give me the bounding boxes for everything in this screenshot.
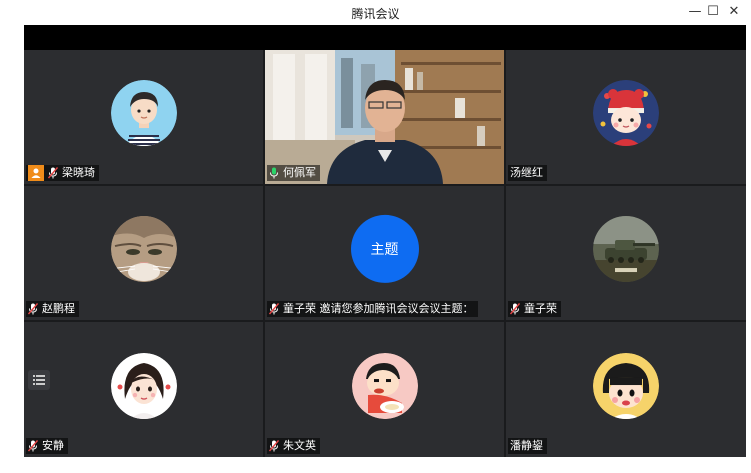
girl-sketch-icon [110, 352, 177, 419]
title-bar: 腾讯会议 — ☐ ✕ [0, 0, 751, 25]
participant-tile-speaking[interactable]: 何佩军 [265, 50, 504, 184]
participant-name-label: 潘静鋆 [508, 438, 547, 454]
participant-name: 童子荣 [524, 302, 557, 315]
window-title: 腾讯会议 [351, 7, 400, 21]
participant-name-label: 朱文英 [267, 438, 320, 454]
mic-muted-icon [28, 440, 38, 452]
participant-tile[interactable]: 汤继红 [506, 50, 746, 184]
participant-name: 童子荣 邀请您参加腾讯会议会议主题： [283, 302, 474, 315]
boy-cartoon-icon [110, 80, 177, 147]
participant-name: 朱文英 [283, 439, 316, 452]
participant-name: 何佩军 [283, 166, 316, 179]
participant-tile[interactable]: 安静 [24, 322, 263, 457]
participant-name: 汤继红 [510, 166, 543, 179]
mic-muted-icon [510, 303, 520, 315]
participant-tile[interactable]: 童子荣 [506, 186, 746, 320]
participant-name-label: 何佩军 [267, 165, 320, 181]
participant-name: 赵鹏程 [42, 302, 75, 315]
participant-tile[interactable]: 朱文英 [265, 322, 504, 457]
participant-tile[interactable]: 赵鹏程 [24, 186, 263, 320]
participant-tile[interactable]: 潘静鋆 [506, 322, 746, 457]
participant-name-label: 安静 [26, 438, 68, 454]
participant-name-label: 梁晓琦 [26, 165, 99, 181]
participant-name: 安静 [42, 439, 64, 452]
participant-name-label: 赵鹏程 [26, 301, 79, 317]
participant-name: 梁晓琦 [62, 166, 95, 179]
theme-avatar: 主题 [350, 214, 419, 283]
mic-muted-icon [269, 303, 279, 315]
mic-muted-icon [48, 167, 58, 179]
camera-video [265, 50, 504, 184]
top-toolbar [24, 25, 746, 50]
participant-tile[interactable]: 主题 童子荣 邀请您参加腾讯会议会议主题： [265, 186, 504, 320]
crayon-boy-icon [351, 352, 418, 419]
minimize-button[interactable]: — [685, 3, 705, 21]
mic-muted-icon [28, 303, 38, 315]
list-menu-icon[interactable] [28, 370, 50, 390]
maruko-icon [593, 352, 659, 419]
mic-muted-icon [269, 440, 279, 452]
cat-icon [110, 216, 177, 283]
participant-name-label: 汤继红 [508, 165, 547, 181]
participant-name-label: 童子荣 邀请您参加腾讯会议会议主题： [267, 301, 478, 317]
video-grid: 梁晓琦 何佩军 汤继红 赵鹏程 主题 童子荣 邀请您参加腾讯会议会议主题： 童子… [24, 50, 746, 457]
maximize-button[interactable]: ☐ [703, 3, 723, 21]
participant-name: 潘静鋆 [510, 439, 543, 452]
tank-icon [593, 216, 659, 283]
girl-red-hat-icon [593, 80, 659, 147]
mic-active-icon [269, 167, 279, 179]
participant-name-label: 童子荣 [508, 301, 561, 317]
participant-tile[interactable]: 梁晓琦 [24, 50, 263, 184]
close-button[interactable]: ✕ [724, 3, 744, 21]
host-icon [28, 165, 44, 181]
